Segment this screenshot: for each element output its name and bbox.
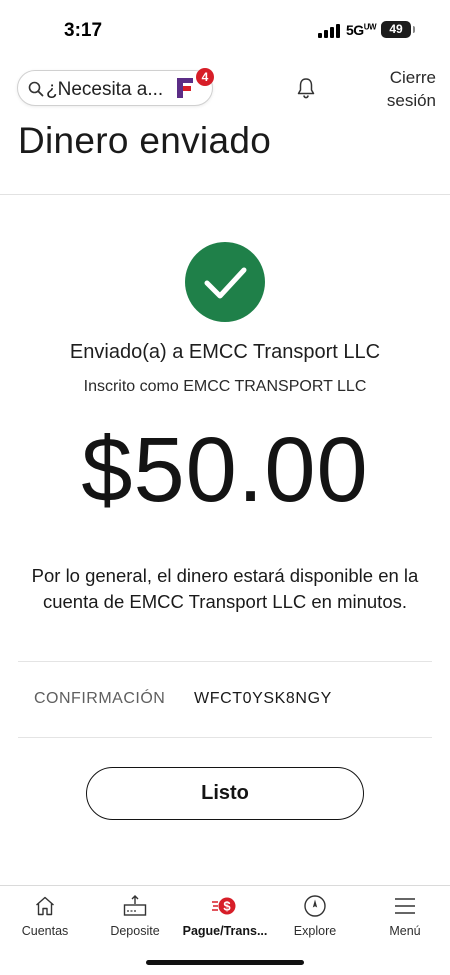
divider bbox=[18, 737, 432, 738]
tab-label: Explore bbox=[293, 924, 337, 938]
signal-strength-icon bbox=[318, 24, 340, 38]
amount: $50.00 bbox=[81, 419, 369, 521]
tab-cuentas[interactable]: Cuentas bbox=[0, 892, 90, 942]
signout-link[interactable]: Cierre sesión bbox=[370, 66, 436, 112]
availability-message: Por lo general, el dinero estará disponi… bbox=[31, 565, 419, 612]
bell-icon[interactable] bbox=[294, 76, 318, 100]
network-type: 5GUW bbox=[346, 22, 377, 38]
svg-text:$: $ bbox=[223, 899, 231, 914]
status-time: 3:17 bbox=[64, 20, 103, 41]
enrolled-as-text: Inscrito como EMCC TRANSPORT LLC bbox=[83, 378, 367, 395]
search-icon bbox=[28, 81, 44, 97]
fargo-assistant-icon[interactable] bbox=[174, 76, 196, 100]
recipient-text: Enviado(a) a EMCC Transport LLC bbox=[69, 341, 381, 363]
deposit-icon bbox=[123, 895, 147, 916]
confirmation-number: WFCT0YSK8NGY bbox=[194, 690, 332, 707]
battery-icon: 49 bbox=[381, 21, 415, 38]
divider bbox=[18, 661, 432, 662]
tab-label: Pague/Trans... bbox=[182, 924, 268, 938]
divider bbox=[0, 194, 450, 195]
compass-icon bbox=[304, 895, 326, 917]
tab-menu[interactable]: Menú bbox=[360, 892, 450, 942]
pay-transfer-icon: $ bbox=[212, 897, 236, 915]
search-placeholder: ¿Necesita a... bbox=[46, 79, 164, 100]
tab-deposite[interactable]: Deposite bbox=[90, 892, 180, 942]
tab-explore[interactable]: Explore bbox=[270, 892, 360, 942]
menu-icon bbox=[395, 898, 415, 914]
tab-pague-transfiera[interactable]: $ Pague/Trans... bbox=[180, 892, 270, 942]
home-indicator[interactable] bbox=[146, 960, 304, 965]
tab-label: Menú bbox=[389, 924, 421, 938]
tab-bar-divider bbox=[0, 885, 450, 886]
success-check-icon bbox=[185, 242, 265, 322]
confirmation-label: CONFIRMACIÓN bbox=[34, 690, 166, 707]
page-title: Dinero enviado bbox=[18, 120, 272, 161]
notification-badge: 4 bbox=[196, 68, 214, 86]
done-button[interactable]: Listo bbox=[86, 767, 364, 820]
tab-label: Cuentas bbox=[21, 924, 69, 938]
status-bar: 3:17 5GUW 49 bbox=[0, 0, 450, 60]
tab-label: Deposite bbox=[110, 924, 160, 938]
home-icon bbox=[36, 896, 54, 916]
